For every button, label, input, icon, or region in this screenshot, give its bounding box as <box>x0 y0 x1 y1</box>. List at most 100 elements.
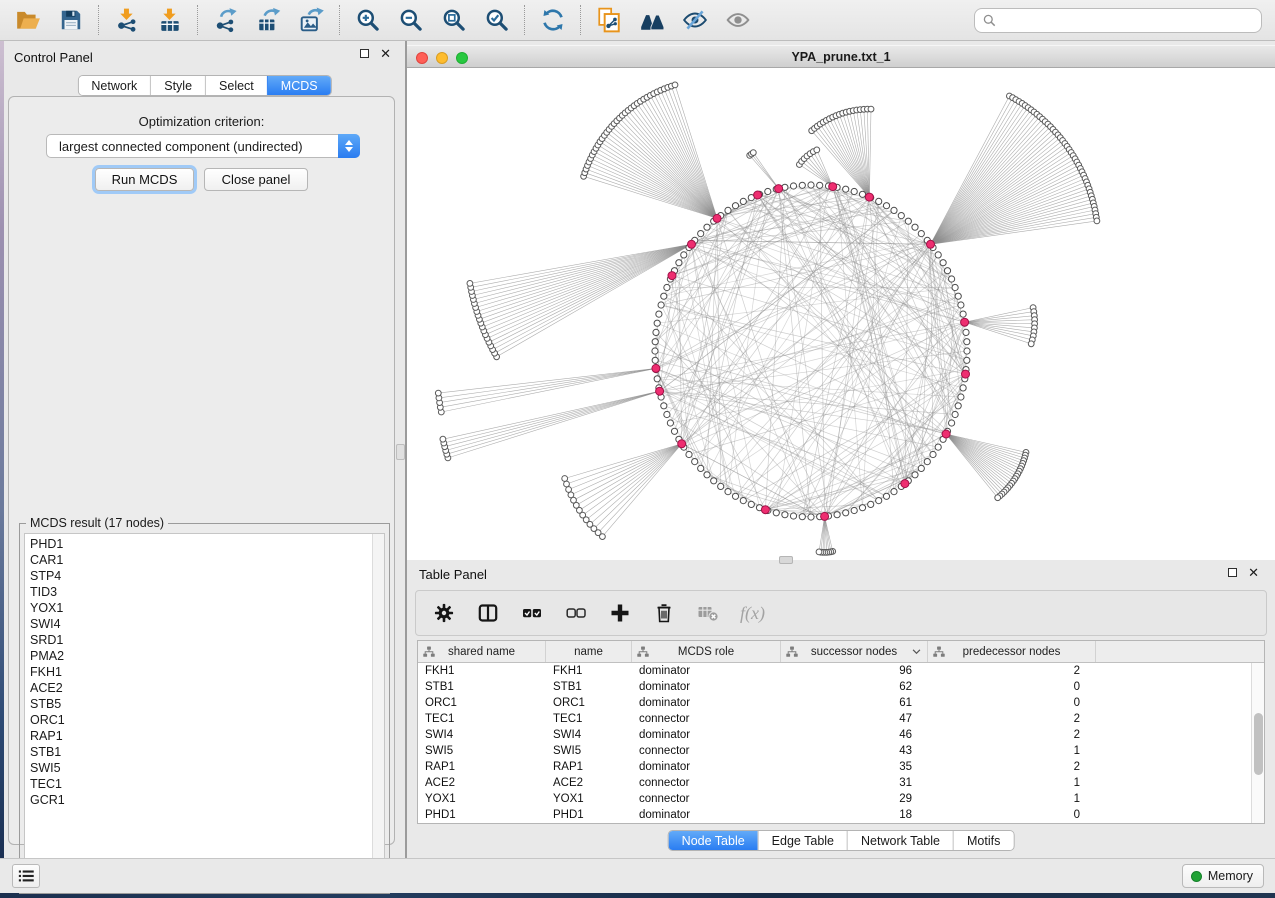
ring-node[interactable] <box>790 183 796 189</box>
export-table-button[interactable] <box>255 7 282 34</box>
leaf-node[interactable] <box>564 481 570 487</box>
ring-node[interactable] <box>960 311 966 317</box>
zoom-in-button[interactable] <box>354 7 381 34</box>
mcds-result-item[interactable]: ORC1 <box>30 712 384 728</box>
ring-node[interactable] <box>912 472 918 478</box>
ring-node[interactable] <box>958 302 964 308</box>
table-row[interactable]: PHD1PHD1dominator180 <box>418 807 1264 823</box>
export-network-button[interactable] <box>212 7 239 34</box>
ring-node[interactable] <box>698 465 704 471</box>
ring-node[interactable] <box>955 403 961 409</box>
close-panel-icon[interactable]: ✕ <box>380 49 391 58</box>
show-columns-button[interactable] <box>476 601 500 625</box>
table-row[interactable]: ORC1ORC1dominator610 <box>418 695 1264 711</box>
mcds-result-item[interactable]: ACE2 <box>30 680 384 696</box>
mcds-node[interactable] <box>761 506 769 514</box>
ring-node[interactable] <box>851 188 857 194</box>
ring-node[interactable] <box>664 411 670 417</box>
leaf-node[interactable] <box>435 390 441 396</box>
select-all-button[interactable] <box>520 601 544 625</box>
close-panel-button[interactable]: Close panel <box>204 168 308 191</box>
ring-node[interactable] <box>808 514 814 520</box>
delete-table-button[interactable] <box>696 601 720 625</box>
mcds-node[interactable] <box>652 364 660 372</box>
leaf-node[interactable] <box>750 150 756 156</box>
ring-node[interactable] <box>654 376 660 382</box>
mcds-result-item[interactable]: STP4 <box>30 568 384 584</box>
mcds-node[interactable] <box>927 240 935 248</box>
export-image-button[interactable] <box>298 7 325 34</box>
ring-node[interactable] <box>732 493 738 499</box>
column-header-MCDS-role[interactable]: MCDS role <box>632 641 781 662</box>
ring-node[interactable] <box>964 348 970 354</box>
ring-node[interactable] <box>732 203 738 209</box>
mcds-node[interactable] <box>754 191 762 199</box>
ring-node[interactable] <box>799 182 805 188</box>
ring-node[interactable] <box>940 260 946 266</box>
mcds-result-item[interactable]: GCR1 <box>30 792 384 808</box>
tab-node-table[interactable]: Node Table <box>669 831 758 850</box>
save-session-button[interactable] <box>57 7 84 34</box>
zoom-out-button[interactable] <box>397 7 424 34</box>
leaf-node[interactable] <box>672 82 678 88</box>
ring-node[interactable] <box>692 459 698 465</box>
mcds-result-item[interactable]: SWI5 <box>30 760 384 776</box>
ring-node[interactable] <box>740 198 746 204</box>
mcds-node[interactable] <box>688 240 696 248</box>
table-row[interactable]: YOX1YOX1connector291 <box>418 791 1264 807</box>
mcds-node[interactable] <box>775 185 783 193</box>
mcds-node[interactable] <box>961 318 969 326</box>
ring-node[interactable] <box>664 284 670 290</box>
ring-node[interactable] <box>960 385 966 391</box>
ring-node[interactable] <box>843 186 849 192</box>
ring-node[interactable] <box>765 188 771 194</box>
ring-node[interactable] <box>740 498 746 504</box>
ring-node[interactable] <box>704 224 710 230</box>
ring-node[interactable] <box>671 428 677 434</box>
tab-network[interactable]: Network <box>78 76 150 95</box>
ring-node[interactable] <box>883 203 889 209</box>
leaf-node[interactable] <box>1094 218 1100 224</box>
ring-node[interactable] <box>843 510 849 516</box>
mcds-result-item[interactable]: YOX1 <box>30 600 384 616</box>
refresh-network-button[interactable] <box>539 7 566 34</box>
task-history-button[interactable] <box>12 864 40 888</box>
mcds-node[interactable] <box>713 214 721 222</box>
ring-node[interactable] <box>654 320 660 326</box>
mcds-result-item[interactable]: SRD1 <box>30 632 384 648</box>
ring-node[interactable] <box>652 357 658 363</box>
ring-node[interactable] <box>656 311 662 317</box>
network-canvas[interactable] <box>407 68 1275 560</box>
float-table-panel-icon[interactable] <box>1228 568 1237 577</box>
mcds-node[interactable] <box>821 512 829 520</box>
ring-node[interactable] <box>725 489 731 495</box>
ring-node[interactable] <box>773 510 779 516</box>
ring-node[interactable] <box>698 231 704 237</box>
ring-node[interactable] <box>905 218 911 224</box>
leaf-node[interactable] <box>562 476 568 482</box>
ring-node[interactable] <box>935 252 941 258</box>
memory-button[interactable]: Memory <box>1182 864 1264 888</box>
ring-node[interactable] <box>918 465 924 471</box>
ring-node[interactable] <box>952 284 958 290</box>
ring-node[interactable] <box>667 420 673 426</box>
ring-node[interactable] <box>652 339 658 345</box>
tab-edge-table[interactable]: Edge Table <box>758 831 847 850</box>
mcds-result-item[interactable]: FKH1 <box>30 664 384 680</box>
close-table-panel-icon[interactable]: ✕ <box>1248 568 1259 577</box>
ring-node[interactable] <box>661 403 667 409</box>
tab-motifs[interactable]: Motifs <box>953 831 1013 850</box>
ring-node[interactable] <box>944 268 950 274</box>
run-mcds-button[interactable]: Run MCDS <box>95 168 194 191</box>
column-header-name[interactable]: name <box>546 641 632 662</box>
mcds-result-item[interactable]: STB5 <box>30 696 384 712</box>
mcds-node[interactable] <box>942 430 950 438</box>
ring-node[interactable] <box>725 207 731 213</box>
ring-node[interactable] <box>876 198 882 204</box>
leaf-node[interactable] <box>868 106 874 112</box>
column-header-shared-name[interactable]: shared name <box>418 641 546 662</box>
ring-node[interactable] <box>891 489 897 495</box>
ring-node[interactable] <box>963 329 969 335</box>
search-box[interactable] <box>974 8 1262 33</box>
ring-node[interactable] <box>681 252 687 258</box>
